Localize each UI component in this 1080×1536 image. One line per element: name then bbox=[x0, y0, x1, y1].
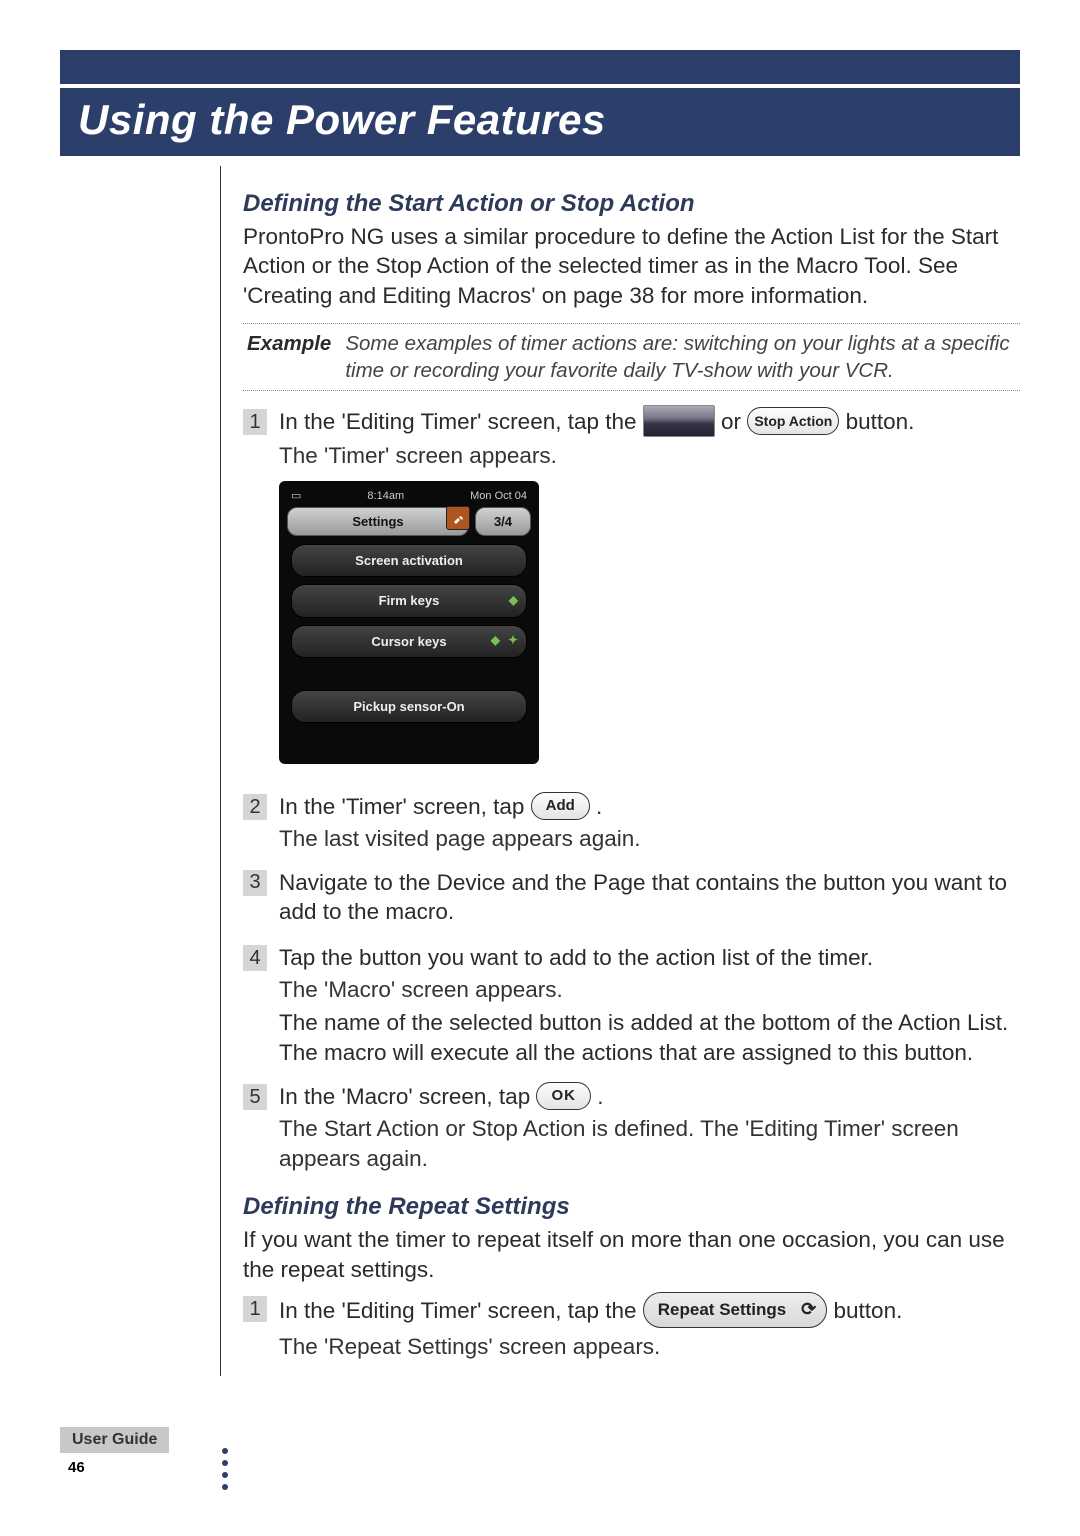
page-number: 46 bbox=[68, 1459, 169, 1476]
tools-icon bbox=[446, 506, 470, 530]
menu-row: Pickup sensor-On bbox=[291, 690, 527, 723]
battery-icon: ▭ bbox=[291, 489, 301, 504]
section-heading: Defining the Start Action or Stop Action bbox=[243, 188, 1020, 220]
steps-list-a: 1 In the 'Editing Timer' screen, tap the… bbox=[243, 407, 1020, 1173]
ok-button: OK bbox=[536, 1082, 591, 1110]
step-number: 1 bbox=[243, 1296, 267, 1322]
step-text: In the 'Editing Timer' screen, tap the bbox=[279, 1298, 643, 1323]
menu-row-label: Cursor keys bbox=[371, 634, 446, 649]
footer: User Guide 46 bbox=[60, 1427, 169, 1476]
chapter-title: Using the Power Features bbox=[78, 96, 1002, 144]
page-indicator-tab: 3/4 bbox=[475, 507, 531, 536]
step-number: 2 bbox=[243, 794, 267, 820]
step-text: or bbox=[721, 409, 747, 434]
example-text: Some examples of timer actions are: swit… bbox=[345, 330, 1016, 384]
steps-list-b: 1 In the 'Editing Timer' screen, tap the… bbox=[243, 1294, 1020, 1362]
status-time: 8:14am bbox=[367, 489, 404, 504]
menu-row: Firm keys ◆ bbox=[291, 584, 527, 617]
indicator-icon: ◆ bbox=[491, 633, 500, 649]
step-item: 4 Tap the button you want to add to the … bbox=[243, 943, 1020, 1068]
step-text: Tap the button you want to add to the ac… bbox=[279, 943, 1020, 973]
chapter-title-bar: Using the Power Features bbox=[60, 88, 1020, 156]
main-content: Defining the Start Action or Stop Action… bbox=[221, 166, 1020, 1376]
stop-action-button: Stop Action bbox=[747, 407, 839, 435]
section-intro: If you want the timer to repeat itself o… bbox=[243, 1225, 1020, 1284]
step-result: The Start Action or Stop Action is defin… bbox=[279, 1114, 1020, 1173]
step-text: . bbox=[596, 794, 602, 819]
add-button: Add bbox=[531, 792, 590, 820]
step-item: 3 Navigate to the Device and the Page th… bbox=[243, 868, 1020, 929]
menu-row-label: Firm keys bbox=[379, 593, 440, 608]
step-text: button. bbox=[846, 409, 915, 434]
repeat-settings-button: Repeat Settings ⟳ bbox=[643, 1292, 827, 1328]
menu-row: Cursor keys ◆ ✦ bbox=[291, 625, 527, 658]
section-heading: Defining the Repeat Settings bbox=[243, 1191, 1020, 1223]
status-date: Mon Oct 04 bbox=[470, 489, 527, 504]
device-screenshot: ▭ 8:14am Mon Oct 04 Settings bbox=[279, 481, 539, 764]
step-item: 1 In the 'Editing Timer' screen, tap the… bbox=[243, 1294, 1020, 1362]
step-result: The last visited page appears again. bbox=[279, 824, 1020, 854]
menu-row: Screen activation bbox=[291, 544, 527, 577]
repeat-settings-label: Repeat Settings bbox=[658, 1299, 786, 1321]
step-number: 4 bbox=[243, 945, 267, 971]
step-number: 3 bbox=[243, 870, 267, 896]
step-text: In the 'Timer' screen, tap bbox=[279, 794, 531, 819]
step-item: 5 In the 'Macro' screen, tap OK . The St… bbox=[243, 1082, 1020, 1173]
step-result: The 'Timer' screen appears. bbox=[279, 441, 1020, 471]
step-number: 5 bbox=[243, 1084, 267, 1110]
settings-tab: Settings bbox=[287, 507, 469, 536]
step-number: 1 bbox=[243, 409, 267, 435]
settings-tab-label: Settings bbox=[352, 514, 403, 529]
indicator-icon: ✦ bbox=[508, 633, 518, 649]
decorative-dots bbox=[222, 1448, 228, 1490]
step-text: In the 'Editing Timer' screen, tap the bbox=[279, 409, 643, 434]
refresh-icon: ⟳ bbox=[801, 1298, 816, 1322]
step-text: In the 'Macro' screen, tap bbox=[279, 1084, 536, 1109]
indicator-icon: ◆ bbox=[509, 593, 518, 609]
section-intro: ProntoPro NG uses a similar procedure to… bbox=[243, 222, 1020, 311]
user-guide-badge: User Guide bbox=[60, 1427, 169, 1453]
step-text: button. bbox=[834, 1298, 903, 1323]
left-margin-rule bbox=[60, 166, 221, 1376]
step-followup: The name of the selected button is added… bbox=[279, 1008, 1020, 1067]
step-text: . bbox=[597, 1084, 603, 1109]
example-label: Example bbox=[247, 330, 331, 384]
image-button-placeholder bbox=[643, 405, 715, 437]
step-text: Navigate to the Device and the Page that… bbox=[279, 868, 1020, 927]
step-item: 2 In the 'Timer' screen, tap Add . The l… bbox=[243, 792, 1020, 854]
example-note: Example Some examples of timer actions a… bbox=[243, 323, 1020, 391]
step-item: 1 In the 'Editing Timer' screen, tap the… bbox=[243, 407, 1020, 778]
step-result: The 'Repeat Settings' screen appears. bbox=[279, 1332, 1020, 1362]
header-stripe bbox=[60, 50, 1020, 84]
step-result: The 'Macro' screen appears. bbox=[279, 975, 1020, 1005]
